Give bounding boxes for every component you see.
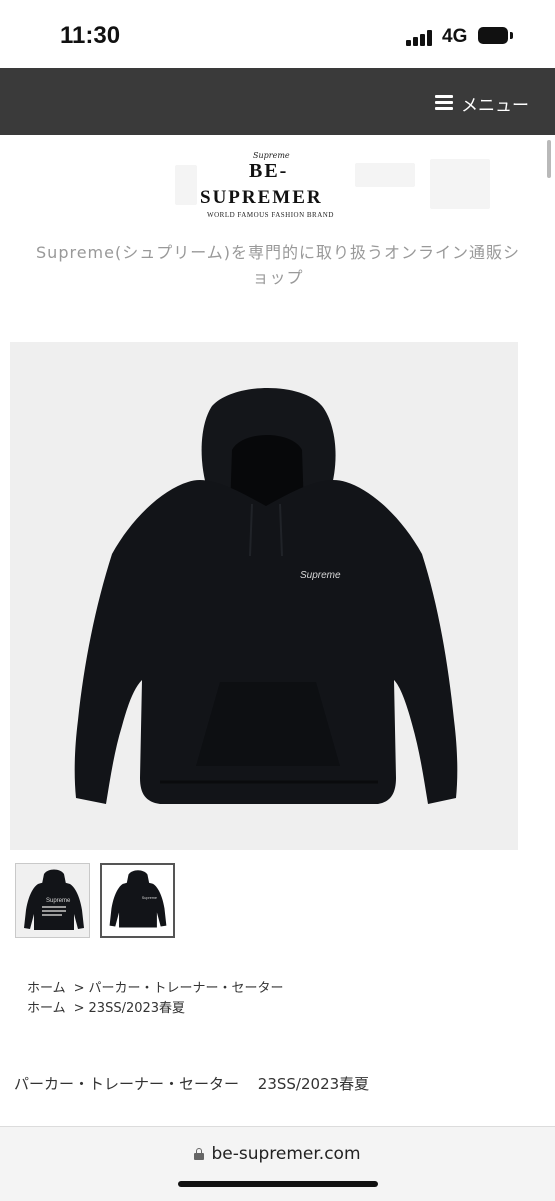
status-bar: 11:30 4G — [0, 0, 555, 68]
site-description: Supreme(シュプリーム)を専門的に取り扱うオンライン通販ショップ — [36, 243, 520, 287]
url-text: be-supremer.com — [211, 1144, 361, 1164]
signal-icon — [406, 30, 436, 46]
url-display[interactable]: be-supremer.com — [0, 1144, 555, 1164]
network-type: 4G — [442, 26, 468, 47]
home-indicator[interactable] — [178, 1181, 378, 1187]
thumb-back-logo: Supreme — [46, 898, 71, 904]
breadcrumb-category-link[interactable]: 23SS/2023春夏 — [89, 999, 186, 1019]
site-header: メニュー — [0, 68, 555, 135]
breadcrumb-separator: > — [73, 1001, 85, 1016]
chest-logo: Supreme — [300, 570, 341, 581]
breadcrumb-row: ホーム > パーカー・トレーナー・セーター — [27, 979, 284, 999]
hoodie-image: Supreme — [74, 388, 458, 804]
thumbnail-back[interactable]: Supreme — [15, 863, 90, 938]
browser-address-bar[interactable]: be-supremer.com — [0, 1126, 555, 1201]
breadcrumb: ホーム > パーカー・トレーナー・セーター ホーム > 23SS/2023春夏 — [27, 979, 284, 1019]
logo-line1: BE- — [249, 160, 289, 182]
lock-icon — [194, 1148, 205, 1160]
hamburger-icon — [435, 95, 453, 111]
hoodie-back-thumb: Supreme — [16, 864, 89, 937]
site-logo[interactable]: Supreme BE- SUPREMER WORLD FAMOUS FASHIO… — [175, 145, 515, 227]
breadcrumb-home-link[interactable]: ホーム — [27, 979, 66, 999]
logo-small-text: Supreme — [253, 151, 290, 160]
page-scrollbar[interactable] — [547, 140, 551, 178]
hoodie-front-thumb: Supreme — [102, 865, 173, 936]
breadcrumb-category-link[interactable]: パーカー・トレーナー・セーター — [89, 979, 284, 999]
category-link[interactable]: パーカー・トレーナー・セーター — [14, 1075, 239, 1093]
breadcrumb-row: ホーム > 23SS/2023春夏 — [27, 999, 284, 1019]
thumbnail-front[interactable]: Supreme — [100, 863, 175, 938]
category-link[interactable]: 23SS/2023春夏 — [258, 1075, 369, 1093]
logo-line2: SUPREMER — [200, 187, 323, 208]
logo-tagline: WORLD FAMOUS FASHION BRAND — [207, 211, 334, 219]
status-time: 11:30 — [60, 22, 121, 49]
thumb-front-logo: Supreme — [142, 896, 157, 900]
menu-button[interactable]: メニュー — [435, 92, 529, 116]
product-categories: パーカー・トレーナー・セーター 23SS/2023春夏 — [14, 1073, 383, 1094]
menu-label: メニュー — [461, 95, 529, 116]
breadcrumb-home-link[interactable]: ホーム — [27, 999, 66, 1019]
product-main-image[interactable]: Supreme — [10, 342, 518, 850]
breadcrumb-separator: > — [73, 981, 85, 996]
battery-icon — [478, 27, 513, 44]
